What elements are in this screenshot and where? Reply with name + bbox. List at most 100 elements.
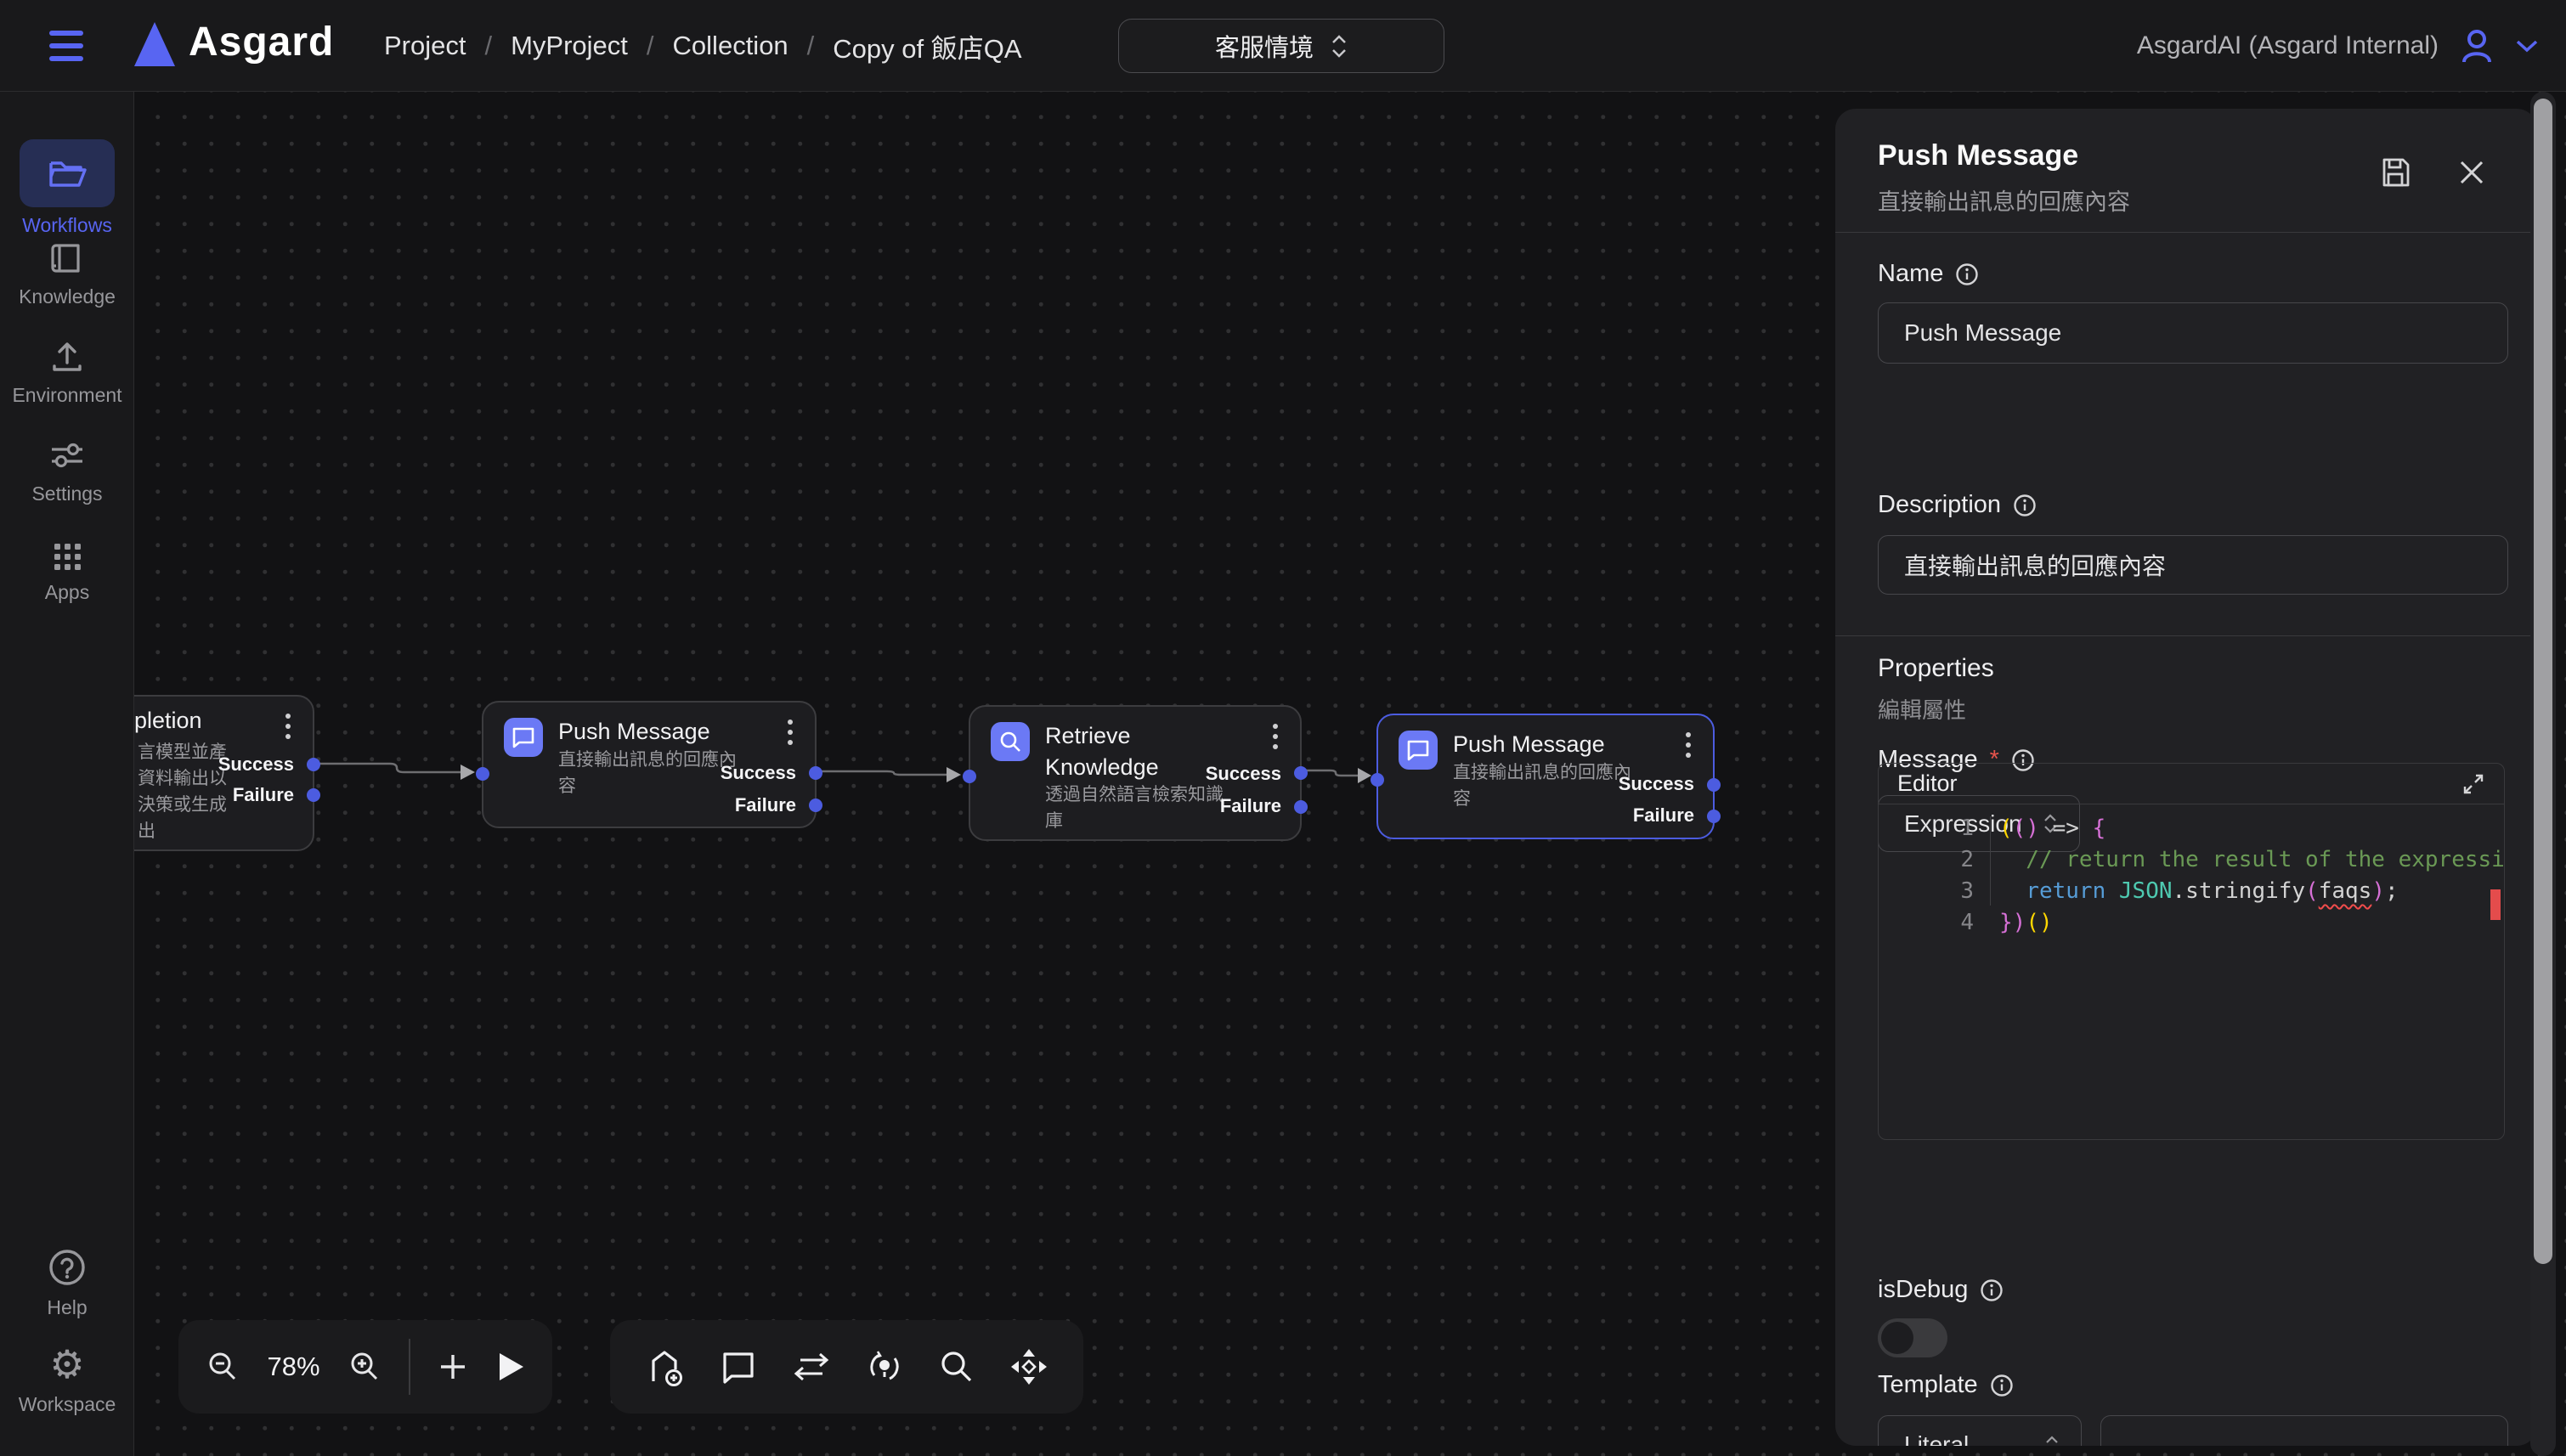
zoom-out-icon[interactable] <box>206 1350 240 1384</box>
chevron-updown-icon <box>1331 35 1348 58</box>
swap-arrows-icon[interactable] <box>792 1352 831 1382</box>
node-desc: 透過自然語言檢索知識庫 <box>1045 782 1230 834</box>
info-icon[interactable] <box>2013 494 2037 517</box>
info-icon[interactable] <box>1980 1278 2004 1302</box>
close-icon[interactable] <box>2457 158 2486 187</box>
add-node-icon[interactable] <box>645 1347 684 1386</box>
grid-icon <box>50 537 84 571</box>
sidebar-item-help[interactable]: Help <box>0 1245 134 1319</box>
toolbar-divider <box>409 1339 410 1395</box>
template-type-value: Literal <box>1904 1431 1969 1446</box>
description-label: Description <box>1878 491 2001 519</box>
node-title: pletion <box>134 705 202 736</box>
template-type-select[interactable]: Literal <box>1878 1415 2082 1446</box>
scrollbar-thumb[interactable] <box>2534 99 2552 1264</box>
sidebar-item-label: Workspace <box>19 1393 116 1416</box>
breadcrumb-current[interactable]: Copy of 飯店QA <box>833 27 1021 65</box>
environment-selector-label: 客服情境 <box>1215 28 1314 64</box>
sidebar-item-knowledge[interactable]: Knowledge <box>0 238 134 308</box>
port-success-label: Success <box>1206 763 1281 785</box>
name-label: Name <box>1878 260 1943 288</box>
port-success-dot[interactable] <box>307 758 320 771</box>
code-editor[interactable]: Editor 1234 (() => { // return the resul… <box>1878 763 2505 1140</box>
zoom-level: 78% <box>268 1352 320 1382</box>
node-retrieve-knowledge[interactable]: Retrieve Knowledge 透過自然語言檢索知識庫 Success F… <box>969 705 1302 841</box>
port-success-dot[interactable] <box>1294 766 1308 780</box>
zoom-toolbar: 78% <box>178 1320 552 1414</box>
editor-title: Editor <box>1897 770 1958 797</box>
description-input[interactable]: 直接輸出訊息的回應內容 <box>1878 535 2508 595</box>
node-push-message-1[interactable]: Push Message 直接輸出訊息的回應內容 Success Failure <box>482 701 817 828</box>
search-node-icon <box>991 722 1030 761</box>
book-icon <box>49 240 85 276</box>
panel-title: Push Message <box>1878 139 2078 172</box>
account-area: AsgardAI (Asgard Internal) <box>2137 0 2539 92</box>
save-icon[interactable] <box>2379 156 2411 189</box>
isdebug-toggle[interactable] <box>1878 1318 1947 1357</box>
account-chevron-down-icon[interactable] <box>2515 38 2539 54</box>
port-failure-label: Failure <box>735 794 796 816</box>
node-push-message-2[interactable]: Push Message 直接輸出訊息的回應內容 Success Failure <box>1376 714 1715 839</box>
sidebar-item-settings[interactable]: Settings <box>0 435 134 505</box>
editor-code[interactable]: (() => { // return the result of the exp… <box>1999 813 2505 939</box>
template-value-input[interactable] <box>2100 1415 2508 1446</box>
hamburger-menu-icon[interactable] <box>49 24 87 68</box>
search-icon[interactable] <box>938 1349 974 1385</box>
node-desc: 直接輸出訊息的回應內容 <box>558 747 743 799</box>
port-failure-label: Failure <box>233 784 294 806</box>
node-menu-icon[interactable] <box>1273 724 1278 749</box>
port-success-dot[interactable] <box>809 766 822 780</box>
template-label: Template <box>1878 1371 1978 1399</box>
name-input[interactable]: Push Message <box>1878 302 2508 364</box>
brand-name: Asgard <box>189 19 334 65</box>
editor-gutter: 1234 <box>1879 813 1974 939</box>
breadcrumb-collection[interactable]: Collection <box>673 31 788 61</box>
node-menu-icon[interactable] <box>1686 732 1691 758</box>
breadcrumb-project[interactable]: Project <box>384 31 466 61</box>
input-port-dot[interactable] <box>476 767 489 781</box>
user-icon[interactable] <box>2457 26 2496 65</box>
gear-icon: ⚙ <box>49 1345 84 1384</box>
port-failure-dot[interactable] <box>1707 810 1721 823</box>
node-title: Retrieve Knowledge <box>1045 720 1181 783</box>
sidebar-item-label: Workflows <box>22 214 112 237</box>
zoom-in-icon[interactable] <box>348 1350 382 1384</box>
node-menu-icon[interactable] <box>788 720 793 745</box>
port-success-label: Success <box>721 762 796 784</box>
port-failure-dot[interactable] <box>307 788 320 802</box>
port-success-dot[interactable] <box>1707 778 1721 792</box>
port-success-label: Success <box>1619 773 1694 795</box>
port-failure-dot[interactable] <box>1294 800 1308 814</box>
node-config-panel: Push Message 直接輸出訊息的回應內容 Name Push Messa… <box>1835 109 2537 1446</box>
node-desc: 直接輸出訊息的回應內容 <box>1453 759 1638 812</box>
info-icon[interactable] <box>1990 1374 2014 1397</box>
node-title: Push Message <box>558 716 710 748</box>
properties-title: Properties <box>1878 654 1994 683</box>
environment-selector[interactable]: 客服情境 <box>1118 19 1444 73</box>
node-menu-icon[interactable] <box>285 714 291 739</box>
comment-icon[interactable] <box>720 1349 757 1385</box>
sidebar-item-environment[interactable]: Environment <box>0 336 134 407</box>
sidebar-item-workflows[interactable]: Workflows <box>0 139 134 237</box>
add-button[interactable] <box>438 1352 468 1382</box>
sliders-icon <box>48 438 86 472</box>
auto-layout-icon[interactable] <box>866 1348 903 1385</box>
run-button[interactable] <box>496 1351 525 1383</box>
breadcrumb-myproject[interactable]: MyProject <box>511 31 628 61</box>
sidebar-item-workspace[interactable]: ⚙ Workspace <box>0 1342 134 1416</box>
properties-subtitle: 編輯屬性 <box>1878 693 1966 725</box>
port-failure-dot[interactable] <box>809 799 822 812</box>
info-icon[interactable] <box>1955 262 1979 286</box>
isdebug-label: isDebug <box>1878 1276 1968 1304</box>
chat-bubble-icon <box>1399 731 1438 770</box>
sidebar-item-label: Knowledge <box>19 285 116 308</box>
fit-view-icon[interactable] <box>1009 1347 1048 1386</box>
sidebar-item-label: Settings <box>31 483 102 505</box>
node-desc-line: 資料輸出以 <box>138 765 227 792</box>
input-port-dot[interactable] <box>963 770 976 783</box>
page-scrollbar[interactable] <box>2530 92 2556 1456</box>
expand-icon[interactable] <box>2461 772 2485 796</box>
sidebar-item-apps[interactable]: Apps <box>0 533 134 604</box>
indent-guide <box>1990 816 1991 906</box>
input-port-dot[interactable] <box>1371 773 1384 787</box>
